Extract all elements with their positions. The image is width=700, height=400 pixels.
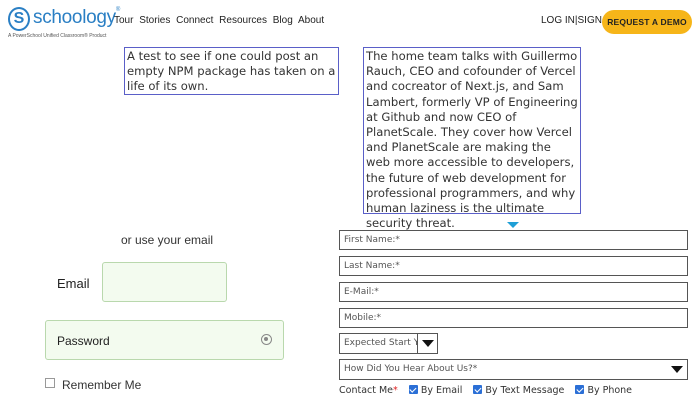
remember-me-checkbox[interactable] bbox=[45, 378, 55, 388]
nav-connect[interactable]: Connect bbox=[176, 15, 213, 26]
caret-down-icon bbox=[507, 222, 519, 228]
hear-about-us-select[interactable]: How Did You Hear About Us?* bbox=[339, 359, 688, 380]
by-text-checkbox[interactable] bbox=[473, 385, 483, 394]
nav-tour[interactable]: Tour bbox=[114, 15, 133, 26]
logo-wordmark: schoology bbox=[33, 7, 116, 28]
request-demo-button[interactable]: REQUEST A DEMO bbox=[602, 10, 692, 34]
expected-start-value: Expected Start Y bbox=[344, 338, 420, 348]
contact-me-label: Contact Me bbox=[339, 385, 394, 396]
hear-about-us-value: How Did You Hear About Us?* bbox=[344, 364, 478, 374]
chevron-down-icon bbox=[671, 366, 683, 373]
by-email-checkbox[interactable] bbox=[408, 385, 418, 394]
nav-resources[interactable]: Resources bbox=[219, 15, 267, 26]
show-password-icon[interactable] bbox=[261, 334, 272, 345]
contact-me-row: Contact Me* By Email By Text Message By … bbox=[339, 385, 632, 396]
email-label: Email bbox=[57, 276, 90, 291]
by-phone-checkbox[interactable] bbox=[575, 385, 585, 394]
email-input[interactable] bbox=[102, 262, 227, 302]
remember-me-label: Remember Me bbox=[62, 378, 142, 392]
password-label: Password bbox=[57, 334, 110, 348]
email-field[interactable]: E-Mail:* bbox=[339, 282, 688, 302]
first-name-field[interactable]: First Name:* bbox=[339, 230, 688, 250]
schoology-logo[interactable]: S schoology® A PowerSchool Unified Class… bbox=[6, 5, 120, 39]
logo-tagline: A PowerSchool Unified Classroom® Product bbox=[8, 33, 107, 39]
nav-about[interactable]: About bbox=[298, 15, 324, 26]
last-name-field[interactable]: Last Name:* bbox=[339, 256, 688, 276]
required-asterisk: * bbox=[393, 385, 398, 396]
logo-s-icon: S bbox=[8, 7, 30, 31]
npm-package-blurb: A test to see if one could post an empty… bbox=[124, 47, 339, 95]
expected-start-select[interactable]: Expected Start Y bbox=[339, 333, 438, 354]
chevron-down-icon bbox=[422, 340, 434, 347]
password-field[interactable]: Password bbox=[45, 320, 284, 360]
by-phone-label: By Phone bbox=[587, 385, 633, 396]
or-use-email-text: or use your email bbox=[121, 233, 214, 247]
by-email-label: By Email bbox=[420, 385, 463, 396]
by-text-label: By Text Message bbox=[485, 385, 565, 396]
podcast-description: The home team talks with Guillermo Rauch… bbox=[363, 47, 581, 230]
main-nav: Tour Stories Connect Resources Blog Abou… bbox=[114, 15, 327, 26]
nav-blog[interactable]: Blog bbox=[273, 15, 293, 26]
nav-stories[interactable]: Stories bbox=[139, 15, 170, 26]
login-link[interactable]: LOG IN bbox=[541, 15, 575, 26]
mobile-field[interactable]: Mobile:* bbox=[339, 308, 688, 328]
